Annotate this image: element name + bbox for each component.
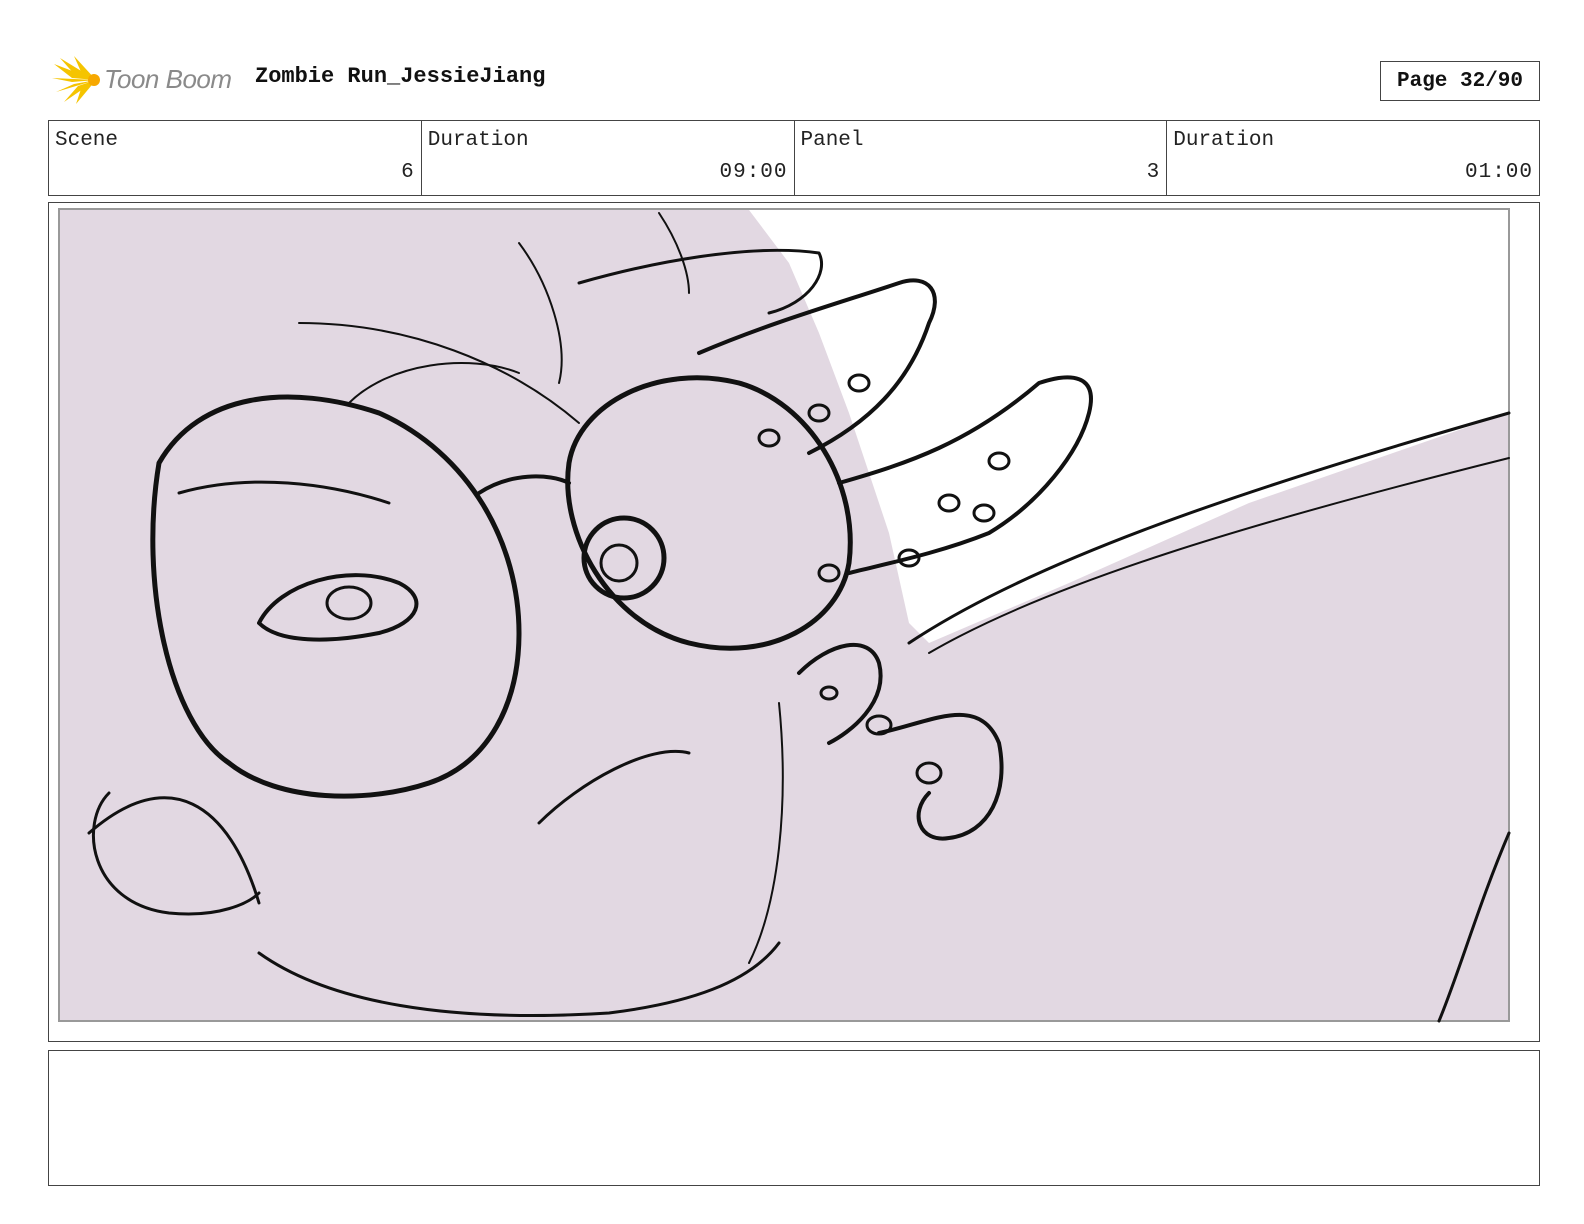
sucker xyxy=(972,503,996,523)
scene-value: 6 xyxy=(401,161,415,184)
page-indicator: Page 32/90 xyxy=(1380,61,1540,101)
storyboard-panel xyxy=(48,202,1540,1042)
scene-cell: Scene 6 xyxy=(49,121,422,195)
scene-info-table: Scene 6 Duration 09:00 Panel 3 Duration … xyxy=(48,120,1540,196)
scene-duration-label: Duration xyxy=(427,129,529,152)
scene-duration-value: 09:00 xyxy=(719,161,788,184)
logo-text: Toon Boom xyxy=(104,64,232,94)
panel-label: Panel xyxy=(800,129,864,152)
panel-cell: Panel 3 xyxy=(795,121,1168,195)
sucker xyxy=(847,373,871,393)
project-title: Zombie Run_JessieJiang xyxy=(255,64,546,89)
panel-value: 3 xyxy=(1146,161,1161,184)
scene-duration-cell: Duration 09:00 xyxy=(422,121,795,195)
panel-duration-value: 01:00 xyxy=(1464,161,1533,184)
panel-duration-cell: Duration 01:00 xyxy=(1167,121,1539,195)
scene-label: Scene xyxy=(55,129,119,152)
starburst-icon xyxy=(52,56,100,104)
sucker xyxy=(937,493,961,513)
toon-boom-logo: Toon Boom xyxy=(50,54,240,106)
panel-duration-label: Duration xyxy=(1173,129,1275,152)
sketch-drawing xyxy=(58,208,1511,1023)
background-fill xyxy=(60,210,1508,1020)
sucker xyxy=(987,451,1011,471)
panel-notes xyxy=(48,1050,1540,1186)
